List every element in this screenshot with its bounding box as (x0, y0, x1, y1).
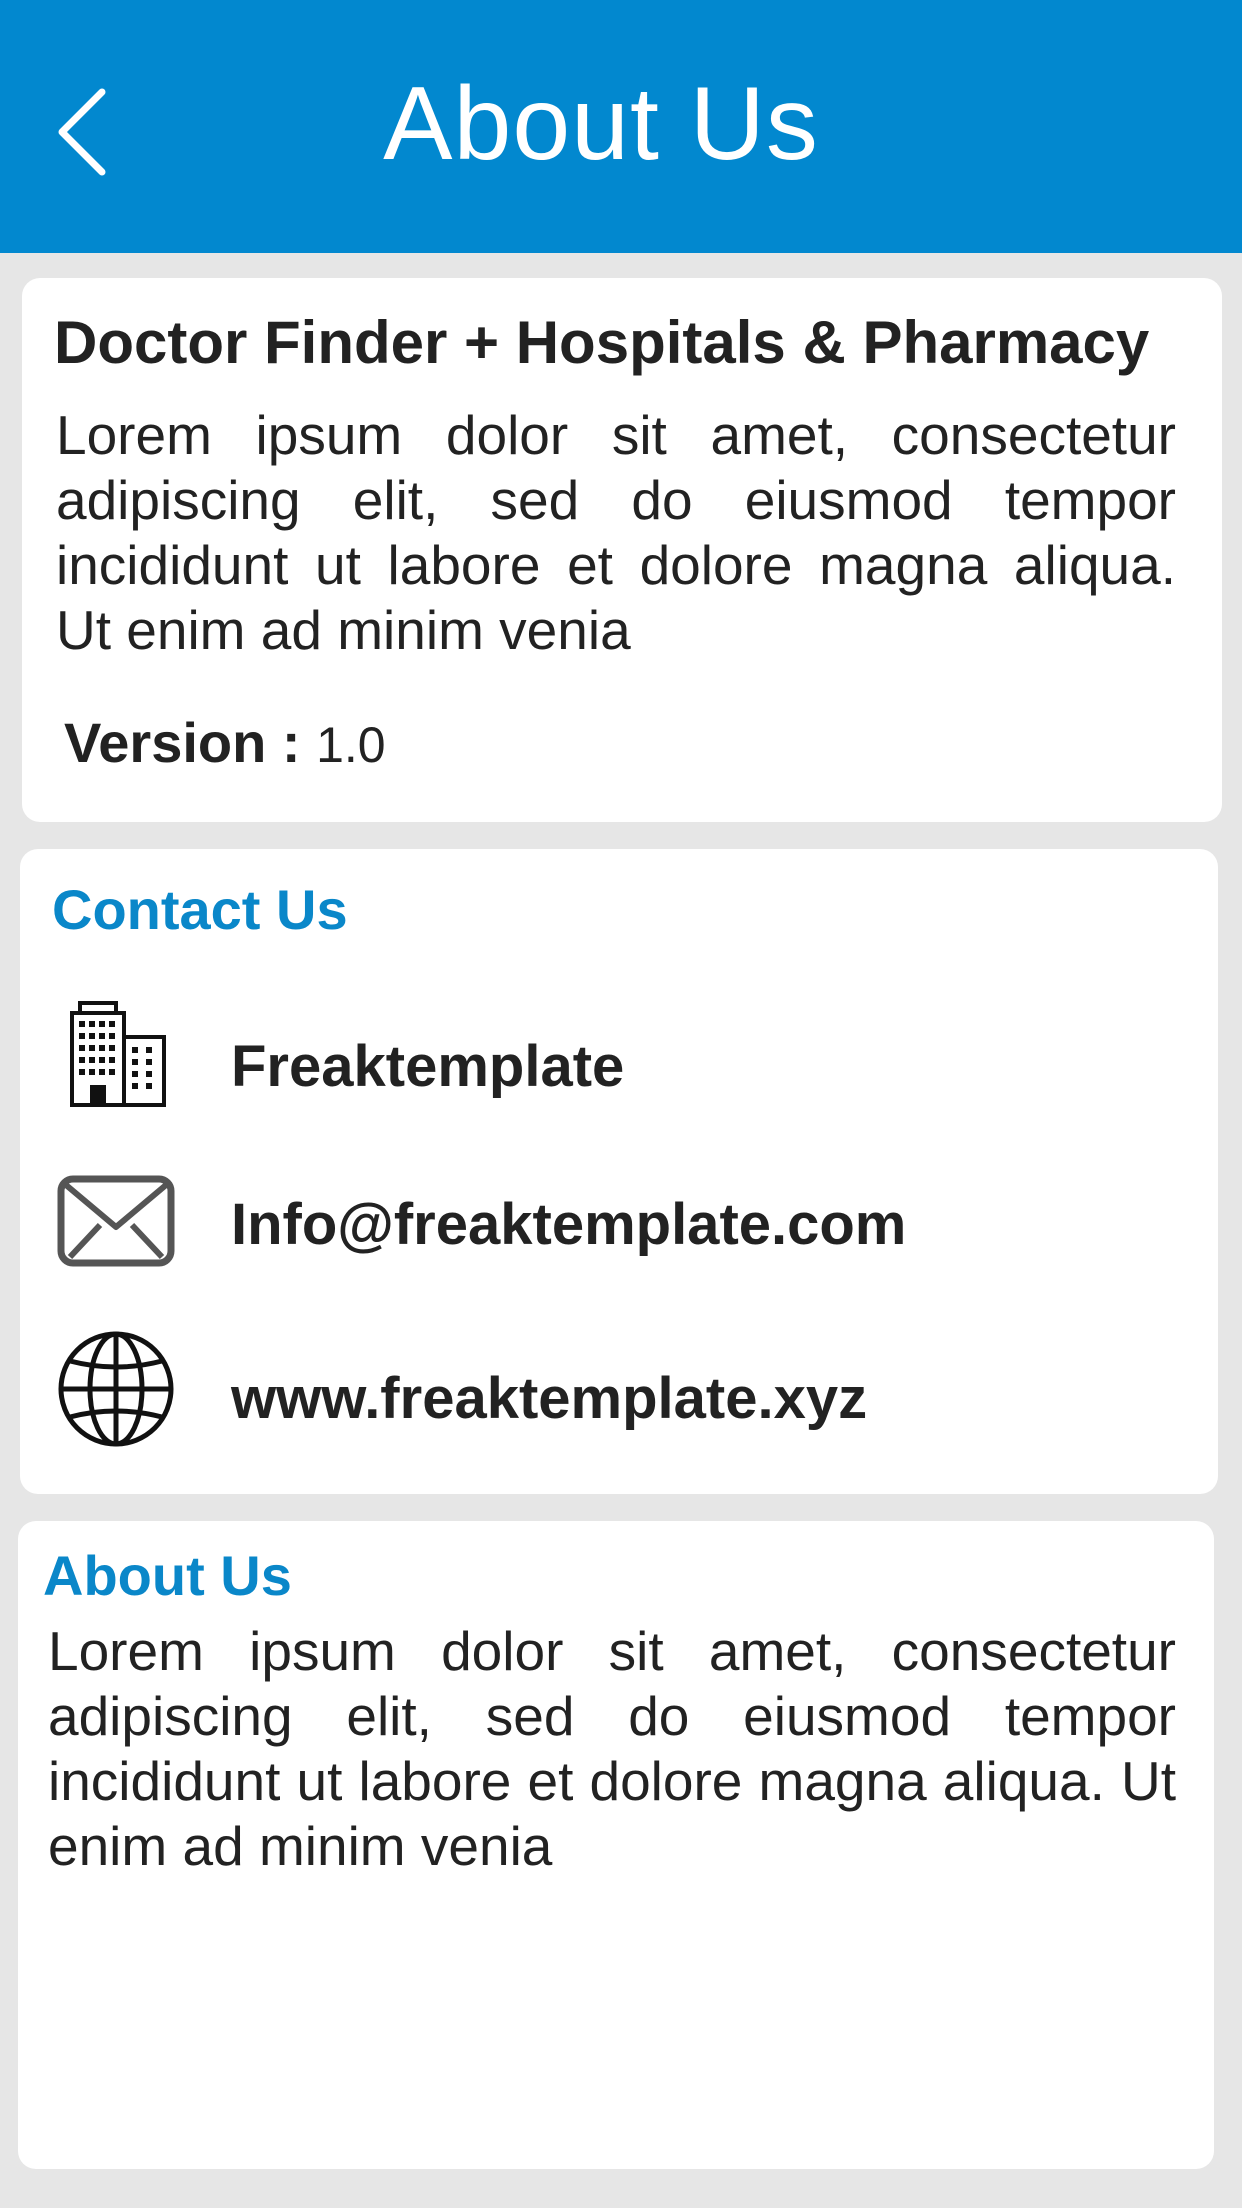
mail-icon (56, 1161, 176, 1281)
contact-email-text: Info@freaktemplate.com (231, 1192, 907, 1257)
about-section-title: About Us (43, 1544, 292, 1607)
contact-website-text: www.freaktemplate.xyz (231, 1366, 868, 1431)
version-label: Version : (64, 711, 301, 774)
contact-company-text: Freaktemplate (231, 1034, 625, 1099)
about-body: Lorem ipsum dolor sit amet, consectetur … (48, 1620, 1176, 1877)
contact-website-row[interactable]: www.freaktemplate.xyz (20, 1329, 1218, 1459)
building-icon (56, 995, 176, 1115)
about-card: About Us Lorem ipsum dolor sit amet, con… (18, 1521, 1214, 2169)
page-title: About Us (0, 62, 1242, 187)
contact-card: Contact Us Freaktemplate Info@freaktempl… (20, 849, 1218, 1494)
version-value: 1.0 (316, 717, 386, 773)
globe-icon (56, 1329, 176, 1449)
app-header: About Us (0, 0, 1242, 253)
contact-section-title: Contact Us (52, 878, 348, 941)
app-info-card: Doctor Finder + Hospitals & Pharmacy Lor… (22, 278, 1222, 822)
contact-company-row[interactable]: Freaktemplate (20, 995, 1218, 1125)
version-row: Version : 1.0 (64, 710, 386, 775)
contact-email-row[interactable]: Info@freaktemplate.com (20, 1161, 1218, 1291)
app-name: Doctor Finder + Hospitals & Pharmacy (54, 309, 1150, 376)
page-title-text: About Us (383, 66, 819, 182)
app-description: Lorem ipsum dolor sit amet, consectetur … (56, 404, 1176, 661)
